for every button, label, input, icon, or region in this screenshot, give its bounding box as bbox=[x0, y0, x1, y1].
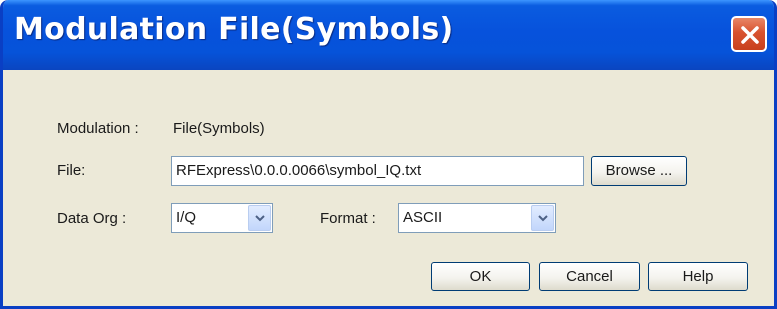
data-org-dropdown-button[interactable] bbox=[248, 205, 271, 231]
data-org-label: Data Org : bbox=[57, 210, 127, 227]
file-path-input[interactable]: RFExpress\0.0.0.0066\symbol_IQ.txt bbox=[171, 156, 584, 186]
chevron-down-icon bbox=[255, 215, 265, 222]
format-label: Format : bbox=[320, 210, 376, 227]
ok-button[interactable]: OK bbox=[431, 262, 530, 291]
format-dropdown-button[interactable] bbox=[531, 205, 554, 231]
file-label: File: bbox=[57, 162, 86, 179]
window-title: Modulation File(Symbols) bbox=[14, 12, 454, 47]
modulation-label: Modulation : bbox=[57, 120, 139, 137]
cancel-button[interactable]: Cancel bbox=[539, 262, 640, 291]
modulation-value: File(Symbols) bbox=[173, 120, 265, 137]
close-icon bbox=[741, 26, 759, 44]
data-org-value: I/Q bbox=[176, 209, 197, 226]
format-select[interactable]: ASCII bbox=[398, 203, 556, 233]
data-org-select[interactable]: I/Q bbox=[171, 203, 273, 233]
close-button[interactable] bbox=[731, 16, 767, 52]
dialog-window: Modulation File(Symbols) Modulation : Fi… bbox=[0, 0, 777, 309]
browse-button[interactable]: Browse ... bbox=[591, 156, 687, 186]
help-button[interactable]: Help bbox=[648, 262, 748, 291]
chevron-down-icon bbox=[538, 215, 548, 222]
format-value: ASCII bbox=[403, 209, 443, 226]
title-bar[interactable]: Modulation File(Symbols) bbox=[3, 0, 774, 70]
